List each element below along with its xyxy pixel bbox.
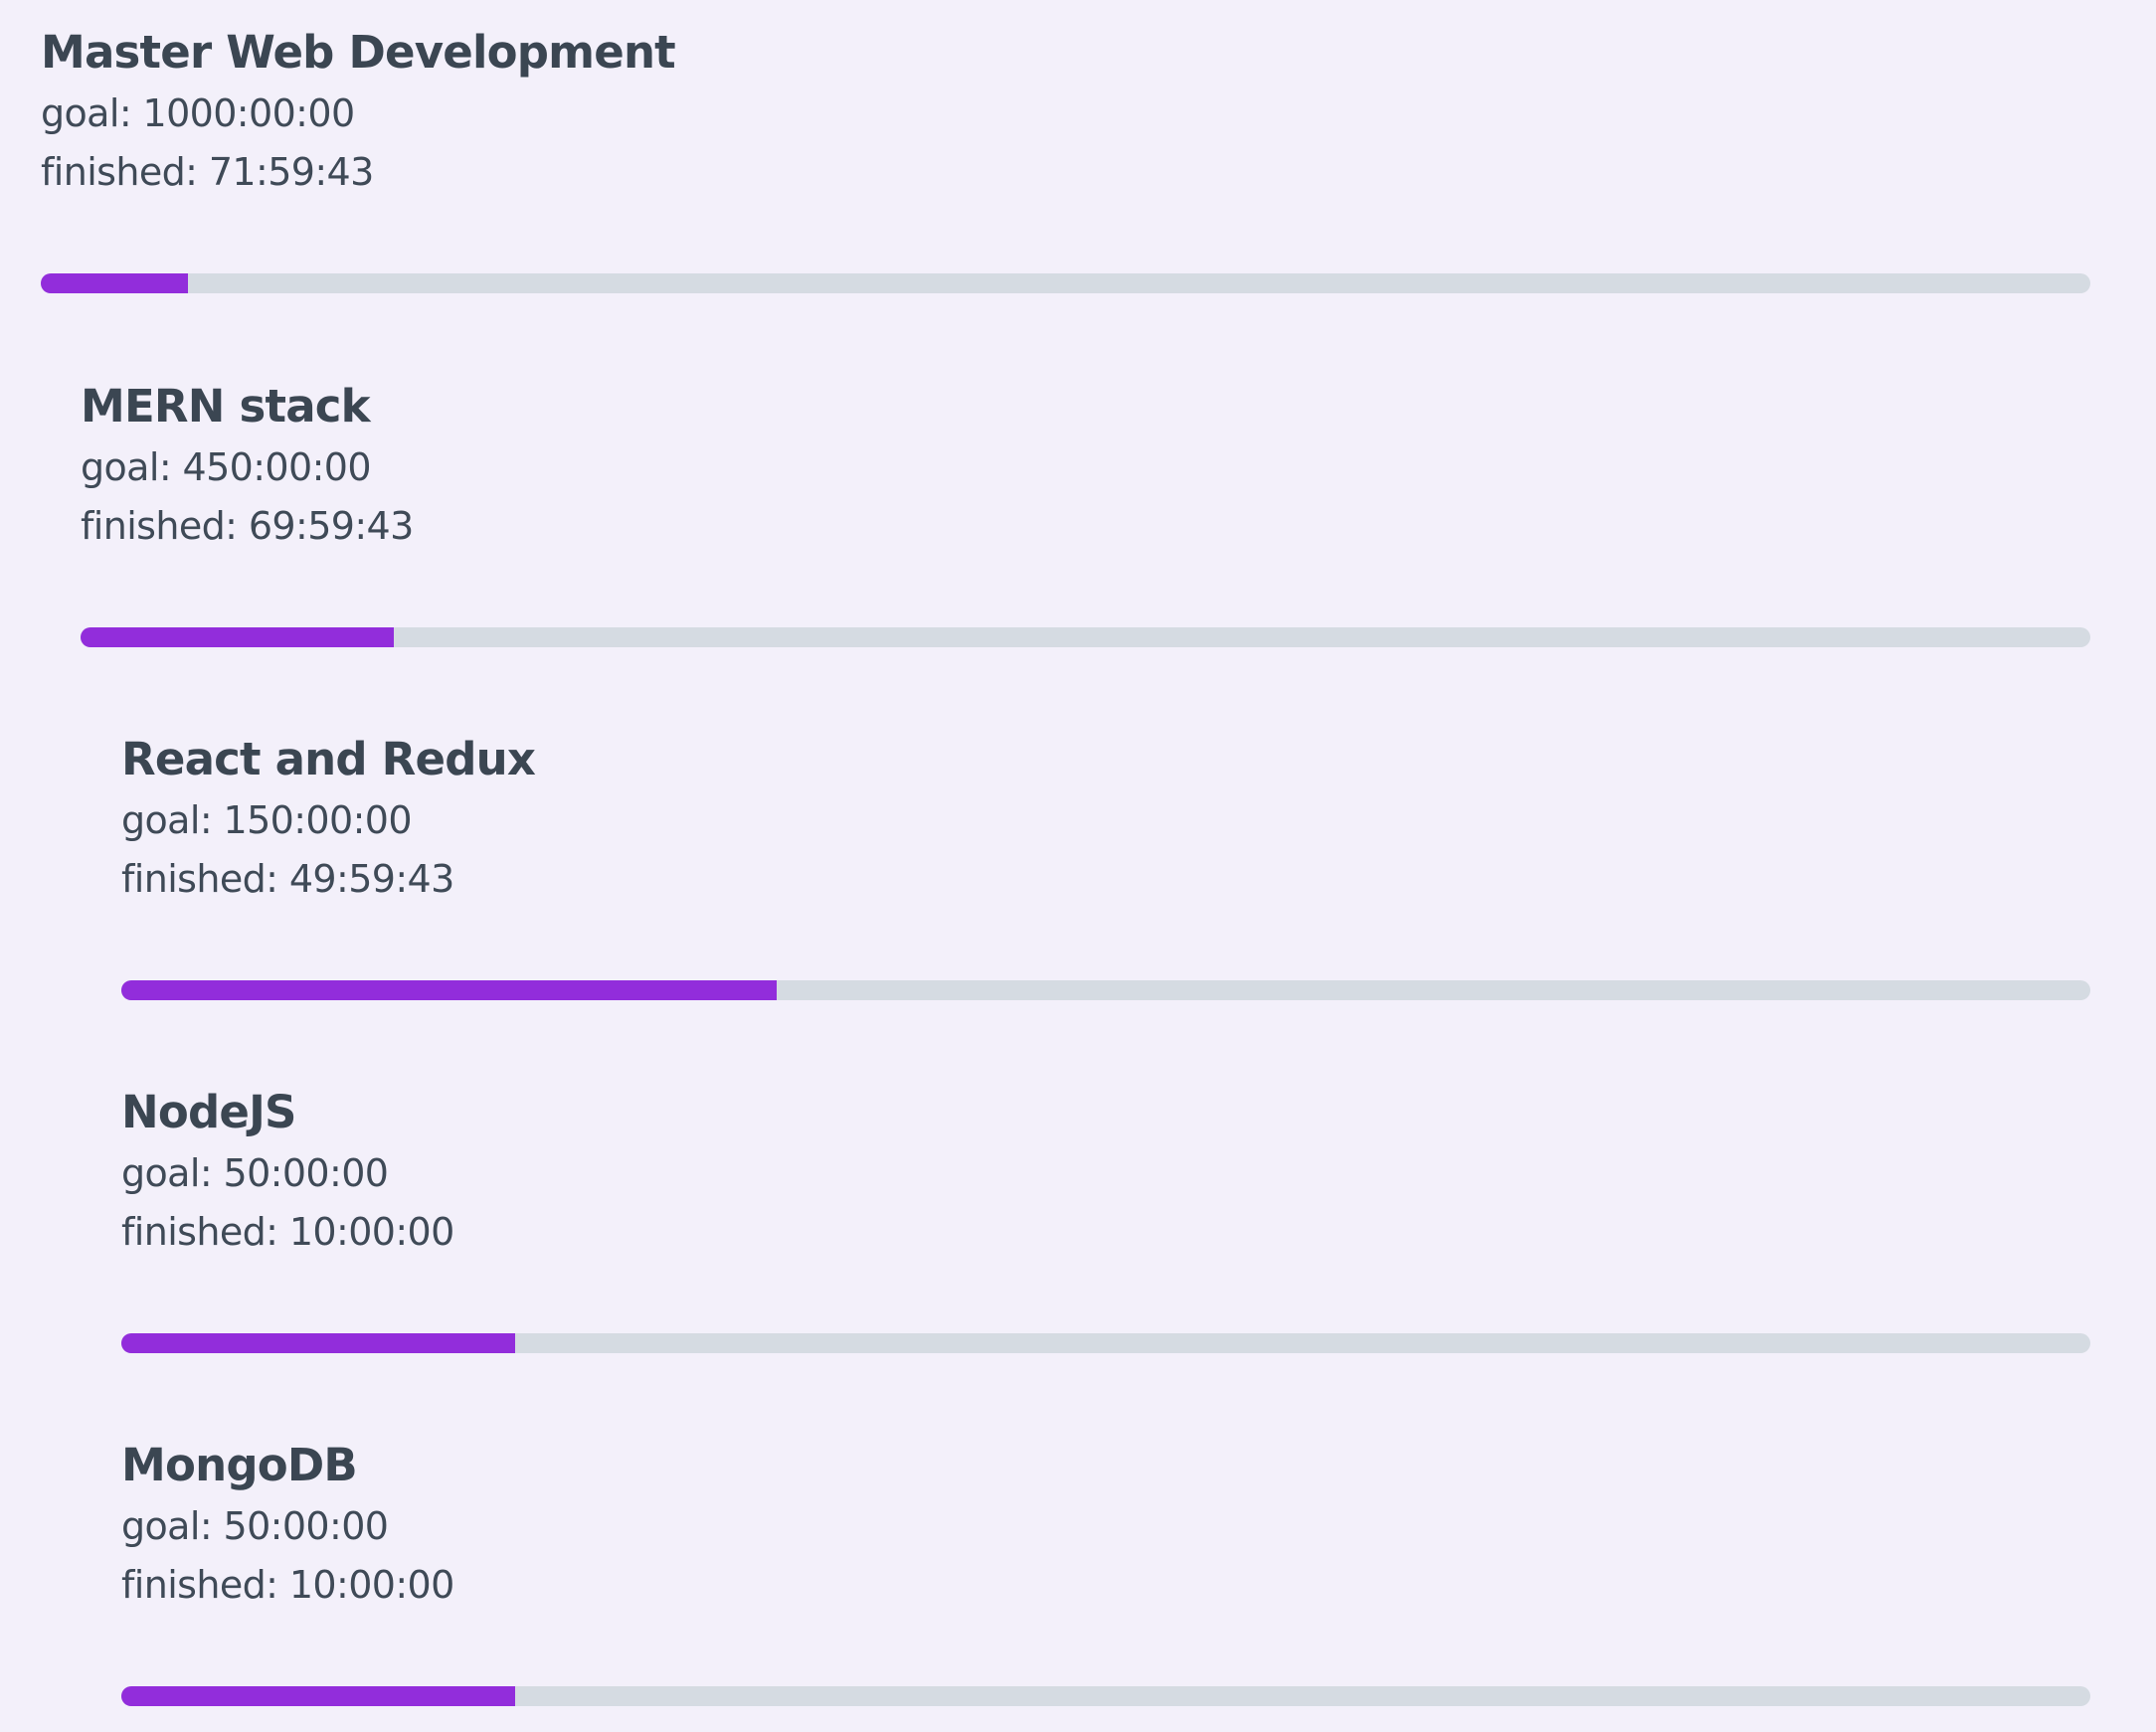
goal-item-master-web-development[interactable]: Master Web Development goal: 1000:00:00 … xyxy=(41,28,2090,294)
progress-bar-fill xyxy=(121,1686,515,1706)
goal-target: goal: 150:00:00 xyxy=(121,798,413,842)
goal-finished: finished: 10:00:00 xyxy=(121,1563,454,1607)
progress-bar xyxy=(41,273,2090,293)
goal-title: Master Web Development xyxy=(41,26,676,79)
goal-item-mongodb[interactable]: MongoDB goal: 50:00:00 finished: 10:00:0… xyxy=(121,1441,2090,1707)
goal-target: goal: 1000:00:00 xyxy=(41,91,355,135)
goal-target: goal: 50:00:00 xyxy=(121,1504,389,1548)
goal-finished: finished: 49:59:43 xyxy=(121,857,454,901)
progress-bar-fill xyxy=(121,1333,515,1353)
goal-finished: finished: 71:59:43 xyxy=(41,150,374,194)
goal-finished: finished: 10:00:00 xyxy=(121,1210,454,1254)
progress-bar xyxy=(81,627,2090,647)
goal-target: goal: 450:00:00 xyxy=(81,445,372,489)
goal-finished: finished: 69:59:43 xyxy=(81,504,414,548)
goal-title: MongoDB xyxy=(121,1439,358,1491)
goal-item-react-and-redux[interactable]: React and Redux goal: 150:00:00 finished… xyxy=(121,735,2090,1001)
goal-title: NodeJS xyxy=(121,1086,296,1138)
progress-bar xyxy=(121,1333,2090,1353)
goal-item-mern-stack[interactable]: MERN stack goal: 450:00:00 finished: 69:… xyxy=(81,382,2090,648)
progress-bar-fill xyxy=(41,273,189,293)
goal-title: React and Redux xyxy=(121,733,536,785)
goal-title: MERN stack xyxy=(81,380,371,433)
goal-item-nodejs[interactable]: NodeJS goal: 50:00:00 finished: 10:00:00 xyxy=(121,1088,2090,1354)
progress-bar xyxy=(121,1686,2090,1706)
progress-bar-fill xyxy=(81,627,395,647)
progress-bar xyxy=(121,980,2090,1000)
goal-target: goal: 50:00:00 xyxy=(121,1151,389,1195)
progress-bar-fill xyxy=(121,980,778,1000)
